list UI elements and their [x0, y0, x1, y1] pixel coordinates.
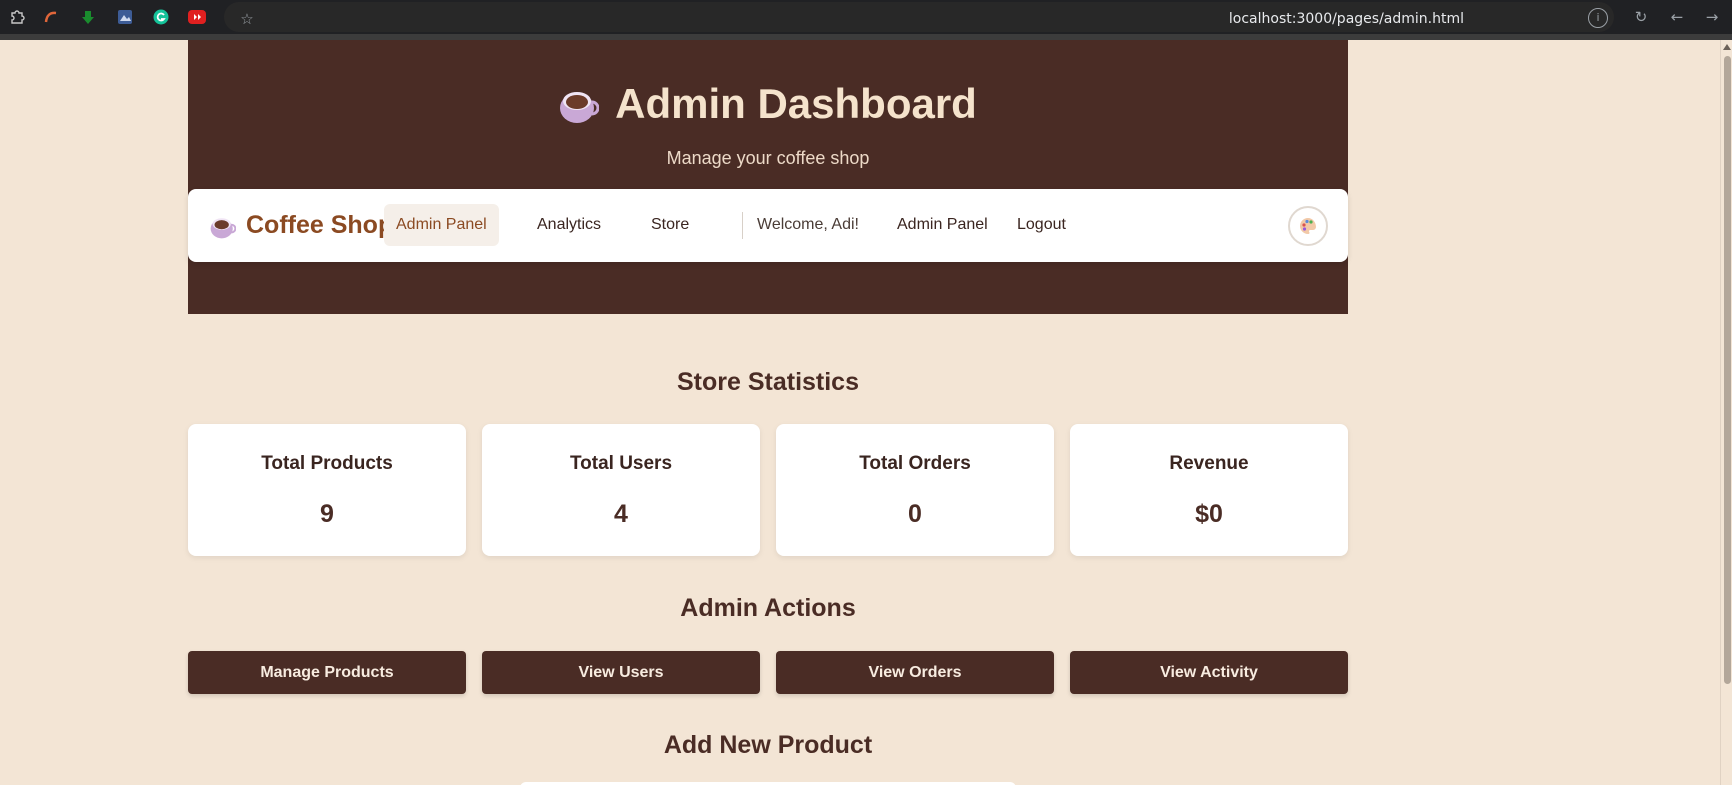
- stat-label: Total Products: [261, 453, 393, 474]
- stat-label: Total Orders: [859, 453, 971, 474]
- arc-icon[interactable]: [42, 8, 60, 26]
- coffee-cup-icon: [560, 92, 600, 123]
- scrollbar-thumb[interactable]: [1724, 56, 1731, 684]
- puzzle-icon[interactable]: [8, 8, 26, 26]
- stat-value: 4: [614, 500, 628, 528]
- stat-value: 9: [320, 500, 334, 528]
- nav-store[interactable]: Store: [639, 204, 701, 246]
- page-scrollbar[interactable]: [1720, 40, 1732, 785]
- manage-products-button[interactable]: Manage Products: [188, 651, 466, 694]
- forward-arrow-icon[interactable]: →: [1703, 8, 1721, 26]
- nav-analytics[interactable]: Analytics: [525, 204, 613, 246]
- actions-section-title: Admin Actions: [680, 594, 856, 622]
- page-title: Admin Dashboard: [188, 80, 1348, 128]
- welcome-text: Welcome, Adi!: [757, 216, 859, 233]
- palette-icon: [1300, 218, 1316, 234]
- stat-value: 0: [908, 500, 922, 528]
- view-orders-button[interactable]: View Orders: [776, 651, 1054, 694]
- scroll-up-arrow-icon[interactable]: [1723, 44, 1731, 50]
- page-title-text: Admin Dashboard: [615, 80, 977, 127]
- address-bar[interactable]: ☆ localhost:3000/pages/admin.html i: [224, 2, 1614, 32]
- view-users-button[interactable]: View Users: [482, 651, 760, 694]
- youtube-extension-icon[interactable]: [188, 8, 206, 26]
- url-text[interactable]: localhost:3000/pages/admin.html: [1229, 11, 1464, 27]
- stat-card-products: Total Products 9: [188, 424, 466, 556]
- stat-label: Revenue: [1169, 453, 1249, 474]
- nav-divider: [742, 212, 743, 239]
- page-subtitle: Manage your coffee shop: [666, 148, 870, 168]
- star-icon[interactable]: ☆: [238, 10, 256, 28]
- grammarly-icon[interactable]: [152, 8, 170, 26]
- stat-card-orders: Total Orders 0: [776, 424, 1054, 556]
- theme-toggle-button[interactable]: [1288, 206, 1328, 246]
- page-header: Admin Dashboard Manage your coffee shop: [188, 40, 1348, 314]
- main-navbar: Coffee Shop Admin Panel Analytics Store …: [188, 189, 1348, 262]
- browser-toolbar: ☆ localhost:3000/pages/admin.html i ↻ ← …: [0, 0, 1732, 34]
- nav-admin-panel[interactable]: Admin Panel: [384, 204, 499, 246]
- back-arrow-icon[interactable]: ←: [1668, 8, 1686, 26]
- stat-card-revenue: Revenue $0: [1070, 424, 1348, 556]
- brand-name: Coffee Shop: [246, 211, 394, 239]
- user-admin-panel-link[interactable]: Admin Panel: [885, 204, 1000, 246]
- stats-section-title: Store Statistics: [676, 368, 859, 396]
- stat-value: $0: [1195, 500, 1223, 528]
- site-info-icon[interactable]: i: [1588, 8, 1608, 28]
- view-activity-button[interactable]: View Activity: [1070, 651, 1348, 694]
- stat-card-users: Total Users 4: [482, 424, 760, 556]
- logout-link[interactable]: Logout: [1005, 204, 1078, 246]
- coffee-cup-icon: [210, 217, 236, 238]
- brand-logo[interactable]: Coffee Shop: [210, 211, 393, 240]
- image-extension-icon[interactable]: [116, 8, 134, 26]
- stat-label: Total Users: [569, 453, 673, 474]
- reload-icon[interactable]: ↻: [1632, 8, 1650, 26]
- download-arrow-icon[interactable]: [79, 8, 97, 26]
- add-product-section-title: Add New Product: [663, 731, 873, 759]
